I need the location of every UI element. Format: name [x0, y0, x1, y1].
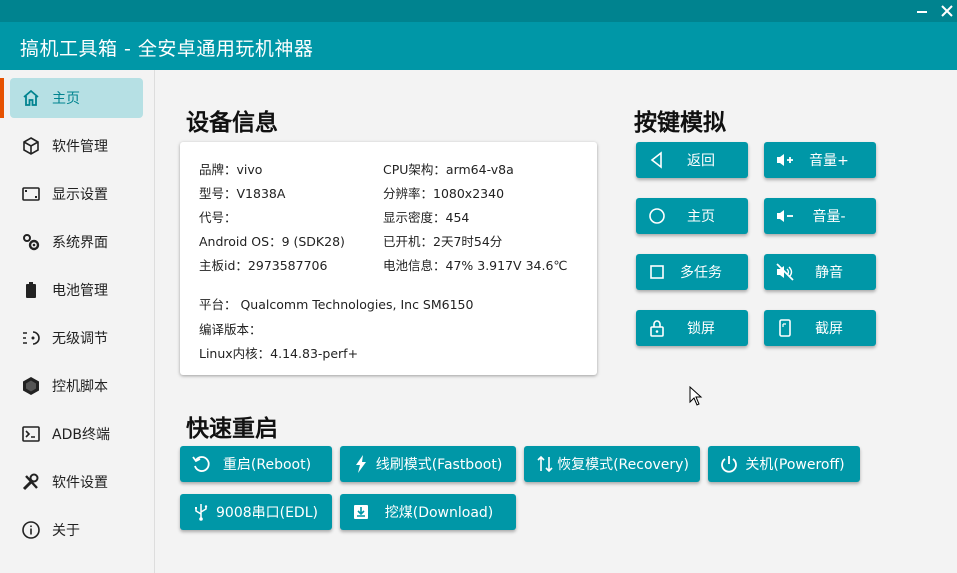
mute-button[interactable]: 静音 [764, 254, 876, 290]
uptime-info: 已开机：2天7时54分 [383, 234, 503, 249]
model-info: 型号：V1838A [199, 186, 286, 201]
download-mode-button[interactable]: 挖煤(Download) [340, 494, 516, 530]
fastboot-button[interactable]: 线刷模式(Fastboot) [340, 446, 516, 482]
sidebar-item-label: 显示设置 [52, 187, 108, 203]
sidebar: 主页 软件管理 显示设置 系统界面 电池管理 无级调节 控机脚本 ADB终端 软… [0, 70, 155, 573]
android-info: Android OS：9 (SDK28) [199, 234, 345, 249]
hexagon-icon [20, 375, 42, 397]
codename-info: 代号： [199, 210, 237, 225]
volume-down-button[interactable]: 音量- [764, 198, 876, 234]
sidebar-item-label: 软件设置 [52, 475, 108, 491]
window-title: 搞机工具箱 - 全安卓通用玩机神器 [20, 38, 314, 60]
key-sim-title: 按键模拟 [634, 110, 726, 136]
platform-info: 平台： Qualcomm Technologies, Inc SM6150 [199, 297, 474, 312]
sidebar-item-home[interactable]: 主页 [10, 78, 143, 118]
sidebar-item-display[interactable]: 显示设置 [10, 174, 143, 214]
title-bar-strip [0, 0, 957, 22]
terminal-icon [20, 423, 42, 445]
home-key-button[interactable]: 主页 [636, 198, 748, 234]
mouse-cursor-icon [689, 386, 703, 406]
gears-icon [20, 231, 42, 253]
circle-home-icon [646, 205, 668, 227]
back-button[interactable]: 返回 [636, 142, 748, 178]
sidebar-item-stepless[interactable]: 无级调节 [10, 318, 143, 358]
refresh-icon [190, 453, 212, 475]
sidebar-item-scripts[interactable]: 控机脚本 [10, 366, 143, 406]
sidebar-item-label: 系统界面 [52, 235, 108, 251]
active-indicator [0, 78, 4, 118]
back-icon [646, 149, 668, 171]
kernel-info: Linux内核：4.14.83-perf+ [199, 346, 359, 361]
tools-icon [20, 471, 42, 493]
package-icon [20, 135, 42, 157]
power-icon [718, 453, 740, 475]
quick-reboot-title: 快速重启 [186, 416, 278, 442]
recents-button[interactable]: 多任务 [636, 254, 748, 290]
edl-button[interactable]: 9008串口(EDL) [180, 494, 332, 530]
screenshot-button[interactable]: 截屏 [764, 310, 876, 346]
reboot-button[interactable]: 重启(Reboot) [180, 446, 332, 482]
slider-icon [20, 327, 42, 349]
density-info: 显示密度：454 [383, 210, 470, 225]
sidebar-item-label: 主页 [52, 91, 80, 107]
resolution-info: 分辨率：1080x2340 [383, 186, 505, 201]
device-info-title: 设备信息 [186, 110, 278, 136]
lightning-icon [350, 453, 372, 475]
volume-down-icon [774, 205, 796, 227]
minimize-icon [917, 11, 927, 13]
sidebar-item-label: 软件管理 [52, 139, 108, 155]
build-info: 编译版本： [199, 322, 262, 337]
display-icon [20, 183, 42, 205]
phone-screenshot-icon [774, 317, 796, 339]
volume-up-icon [774, 149, 796, 171]
battery-icon [20, 279, 42, 301]
device-info-card: 品牌：vivo 型号：V1838A 代号： Android OS：9 (SDK2… [180, 142, 597, 375]
sidebar-item-app-manager[interactable]: 软件管理 [10, 126, 143, 166]
download-icon [350, 501, 372, 523]
sidebar-item-label: ADB终端 [52, 427, 110, 443]
brand-info: 品牌：vivo [199, 162, 263, 177]
sidebar-item-label: 无级调节 [52, 331, 108, 347]
sidebar-item-battery[interactable]: 电池管理 [10, 270, 143, 310]
sidebar-item-adb-terminal[interactable]: ADB终端 [10, 414, 143, 454]
home-icon [20, 87, 42, 109]
sidebar-item-about[interactable]: 关于 [10, 510, 143, 550]
cpu-info: CPU架构：arm64-v8a [383, 162, 514, 177]
recovery-button[interactable]: 恢复模式(Recovery) [524, 446, 700, 482]
up-down-arrows-icon [534, 453, 556, 475]
board-id-info: 主板id：2973587706 [199, 258, 328, 273]
sidebar-item-settings[interactable]: 软件设置 [10, 462, 143, 502]
sidebar-item-system-ui[interactable]: 系统界面 [10, 222, 143, 262]
sidebar-item-label: 关于 [52, 523, 80, 539]
mute-icon [774, 261, 796, 283]
minimize-button[interactable] [913, 2, 931, 20]
usb-icon [190, 501, 212, 523]
lock-screen-button[interactable]: 锁屏 [636, 310, 748, 346]
lock-icon [646, 317, 668, 339]
info-icon [20, 519, 42, 541]
poweroff-button[interactable]: 关机(Poweroff) [708, 446, 860, 482]
battery-info: 电池信息：47% 3.917V 34.6℃ [383, 258, 568, 273]
square-recents-icon [646, 261, 668, 283]
close-button[interactable] [938, 2, 956, 20]
volume-up-button[interactable]: 音量+ [764, 142, 876, 178]
sidebar-item-label: 控机脚本 [52, 379, 108, 395]
close-icon [941, 5, 953, 17]
sidebar-item-label: 电池管理 [52, 283, 108, 299]
title-bar: 搞机工具箱 - 全安卓通用玩机神器 [0, 0, 957, 70]
